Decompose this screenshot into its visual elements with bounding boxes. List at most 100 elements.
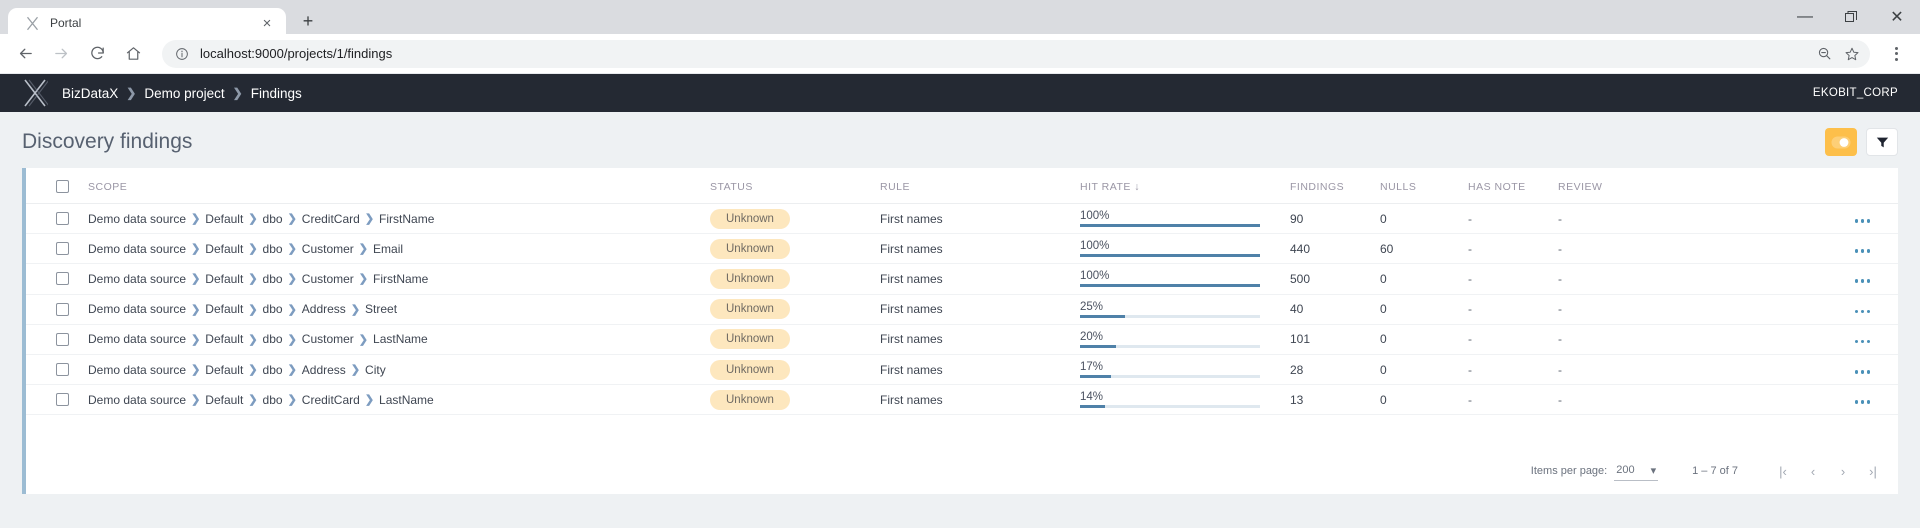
items-per-page-select[interactable]: 200 ▾ bbox=[1614, 462, 1659, 481]
column-header-findings[interactable]: FINDINGS bbox=[1290, 168, 1380, 204]
row-checkbox[interactable] bbox=[56, 272, 69, 286]
browser-tab[interactable]: Portal × bbox=[8, 8, 286, 38]
table-body: Demo data source ❯ Default ❯ dbo ❯ CreditCard ❯… bbox=[26, 203, 1898, 416]
row-checkbox[interactable] bbox=[56, 332, 69, 346]
status-badge[interactable]: Unknown bbox=[710, 268, 790, 289]
breadcrumb-item-bizdatax[interactable]: BizDataX bbox=[62, 86, 118, 101]
scope-segment: Default bbox=[205, 271, 244, 286]
status-badge[interactable]: Unknown bbox=[710, 389, 790, 410]
toggle-button[interactable] bbox=[1825, 128, 1857, 156]
findings-cell: 40 bbox=[1290, 294, 1380, 325]
scope-path[interactable]: Demo data source ❯ Default ❯ dbo ❯ CreditCard ❯… bbox=[88, 393, 710, 407]
page-title-row: Discovery findings bbox=[0, 112, 1920, 168]
status-badge[interactable]: Unknown bbox=[710, 208, 790, 229]
findings-table: SCOPE STATUS RULE HIT RATE ↓ FINDINGS NU… bbox=[26, 168, 1898, 416]
row-checkbox[interactable] bbox=[56, 242, 69, 256]
more-actions-icon[interactable] bbox=[1854, 309, 1870, 314]
scope-path[interactable]: Demo data source ❯ Default ❯ dbo ❯ Customer ❯ Em… bbox=[88, 242, 710, 256]
scope-segment: dbo bbox=[262, 332, 283, 347]
scope-segment: Default bbox=[205, 392, 244, 407]
more-actions-icon[interactable] bbox=[1854, 400, 1870, 404]
column-header-nulls[interactable]: NULLS bbox=[1380, 168, 1468, 204]
scope-path[interactable]: Demo data source ❯ Default ❯ dbo ❯ CreditCard ❯… bbox=[88, 212, 710, 226]
review-cell: - bbox=[1558, 263, 1658, 295]
chevron-right-icon: ❯ bbox=[248, 364, 258, 377]
more-actions-icon[interactable] bbox=[1854, 219, 1870, 223]
row-checkbox[interactable] bbox=[56, 212, 69, 226]
hit-rate-track bbox=[1080, 344, 1260, 348]
row-select-cell bbox=[26, 203, 88, 235]
minimize-icon[interactable]: — bbox=[1782, 0, 1828, 34]
first-page-button[interactable]: |‹ bbox=[1768, 456, 1798, 486]
row-actions-cell bbox=[1658, 384, 1898, 416]
column-header-review[interactable]: REVIEW bbox=[1558, 168, 1658, 204]
close-window-icon[interactable]: ✕ bbox=[1874, 0, 1920, 34]
more-actions-icon[interactable] bbox=[1854, 279, 1870, 283]
row-select-cell bbox=[26, 233, 88, 265]
site-info-icon[interactable] bbox=[174, 46, 190, 62]
table-row[interactable]: Demo data source ❯ Default ❯ dbo ❯ Address ❯ Str… bbox=[26, 294, 1898, 325]
rule-cell: First names bbox=[880, 233, 1080, 265]
table-row[interactable]: Demo data source ❯ Default ❯ dbo ❯ CreditCard ❯… bbox=[26, 384, 1898, 416]
filter-button[interactable] bbox=[1866, 128, 1898, 156]
breadcrumb-item-demo-project[interactable]: Demo project bbox=[144, 86, 224, 101]
table-row[interactable]: Demo data source ❯ Default ❯ dbo ❯ Customer ❯ La… bbox=[26, 324, 1898, 355]
scope-path[interactable]: Demo data source ❯ Default ❯ dbo ❯ Address ❯ Str… bbox=[88, 302, 710, 316]
status-badge[interactable]: Unknown bbox=[710, 359, 790, 380]
scope-segment: Customer bbox=[301, 241, 354, 256]
window-controls: — ✕ bbox=[1782, 0, 1920, 34]
more-actions-icon[interactable] bbox=[1854, 249, 1870, 253]
breadcrumb-item-findings[interactable]: Findings bbox=[251, 86, 302, 101]
chevron-down-icon: ▾ bbox=[1650, 464, 1657, 477]
table-row[interactable]: Demo data source ❯ Default ❯ dbo ❯ CreditCard ❯… bbox=[26, 203, 1898, 235]
select-all-checkbox[interactable] bbox=[56, 180, 69, 193]
status-badge[interactable]: Unknown bbox=[710, 238, 790, 259]
rule-cell: First names bbox=[880, 354, 1080, 386]
previous-page-button[interactable]: ‹ bbox=[1798, 456, 1828, 486]
reload-icon[interactable] bbox=[82, 39, 112, 69]
scope-segment: dbo bbox=[262, 362, 283, 377]
scope-segment: FirstName bbox=[379, 211, 435, 226]
table-row[interactable]: Demo data source ❯ Default ❯ dbo ❯ Customer ❯ Fi… bbox=[26, 263, 1898, 295]
status-badge[interactable]: Unknown bbox=[710, 329, 790, 350]
home-icon[interactable] bbox=[118, 39, 148, 69]
page-body: Discovery findings SCOPE STATUS RULE HIT… bbox=[0, 112, 1920, 528]
last-page-button[interactable]: ›| bbox=[1858, 456, 1888, 486]
restore-icon[interactable] bbox=[1828, 0, 1874, 34]
forward-icon[interactable] bbox=[46, 39, 76, 69]
has-note-cell: - bbox=[1468, 354, 1558, 386]
scope-path[interactable]: Demo data source ❯ Default ❯ dbo ❯ Customer ❯ La… bbox=[88, 332, 710, 346]
new-tab-button[interactable]: + bbox=[294, 7, 322, 35]
more-actions-icon[interactable] bbox=[1854, 370, 1870, 374]
nulls-cell: 0 bbox=[1380, 384, 1468, 416]
status-badge[interactable]: Unknown bbox=[710, 299, 790, 320]
scope-segment: dbo bbox=[262, 392, 283, 407]
scope-path[interactable]: Demo data source ❯ Default ❯ dbo ❯ Address ❯ Cit… bbox=[88, 363, 710, 377]
zoom-out-icon[interactable] bbox=[1812, 42, 1836, 66]
review-cell: - bbox=[1558, 354, 1658, 386]
paginator: Items per page: 200 ▾ 1 – 7 of 7 |‹ ‹ › … bbox=[1531, 448, 1888, 494]
hit-rate-label: 100% bbox=[1080, 270, 1110, 283]
status-cell: Unknown bbox=[710, 324, 880, 355]
nulls-cell: 60 bbox=[1380, 233, 1468, 265]
table-row[interactable]: Demo data source ❯ Default ❯ dbo ❯ Customer ❯ Em… bbox=[26, 233, 1898, 265]
row-checkbox[interactable] bbox=[56, 302, 69, 316]
row-checkbox[interactable] bbox=[56, 393, 69, 407]
column-header-hit-rate[interactable]: HIT RATE ↓ bbox=[1080, 168, 1290, 204]
back-icon[interactable] bbox=[10, 39, 40, 69]
scope-segment: CreditCard bbox=[301, 211, 360, 226]
bookmark-star-icon[interactable] bbox=[1840, 42, 1864, 66]
column-header-has-note[interactable]: HAS NOTE bbox=[1468, 168, 1558, 204]
column-header-rule[interactable]: RULE bbox=[880, 168, 1080, 204]
column-header-scope[interactable]: SCOPE bbox=[88, 168, 710, 204]
column-header-status[interactable]: STATUS bbox=[710, 168, 880, 204]
browser-menu-icon[interactable] bbox=[1882, 40, 1910, 68]
scope-path[interactable]: Demo data source ❯ Default ❯ dbo ❯ Customer ❯ Fi… bbox=[88, 272, 710, 286]
close-tab-icon[interactable]: × bbox=[258, 14, 276, 32]
scope-segment: Demo data source bbox=[88, 362, 187, 377]
address-bar[interactable]: localhost:9000/projects/1/findings bbox=[162, 39, 1870, 68]
next-page-button[interactable]: › bbox=[1828, 456, 1858, 486]
row-checkbox[interactable] bbox=[56, 363, 69, 377]
table-row[interactable]: Demo data source ❯ Default ❯ dbo ❯ Address ❯ Cit… bbox=[26, 354, 1898, 386]
more-actions-icon[interactable] bbox=[1854, 339, 1870, 344]
